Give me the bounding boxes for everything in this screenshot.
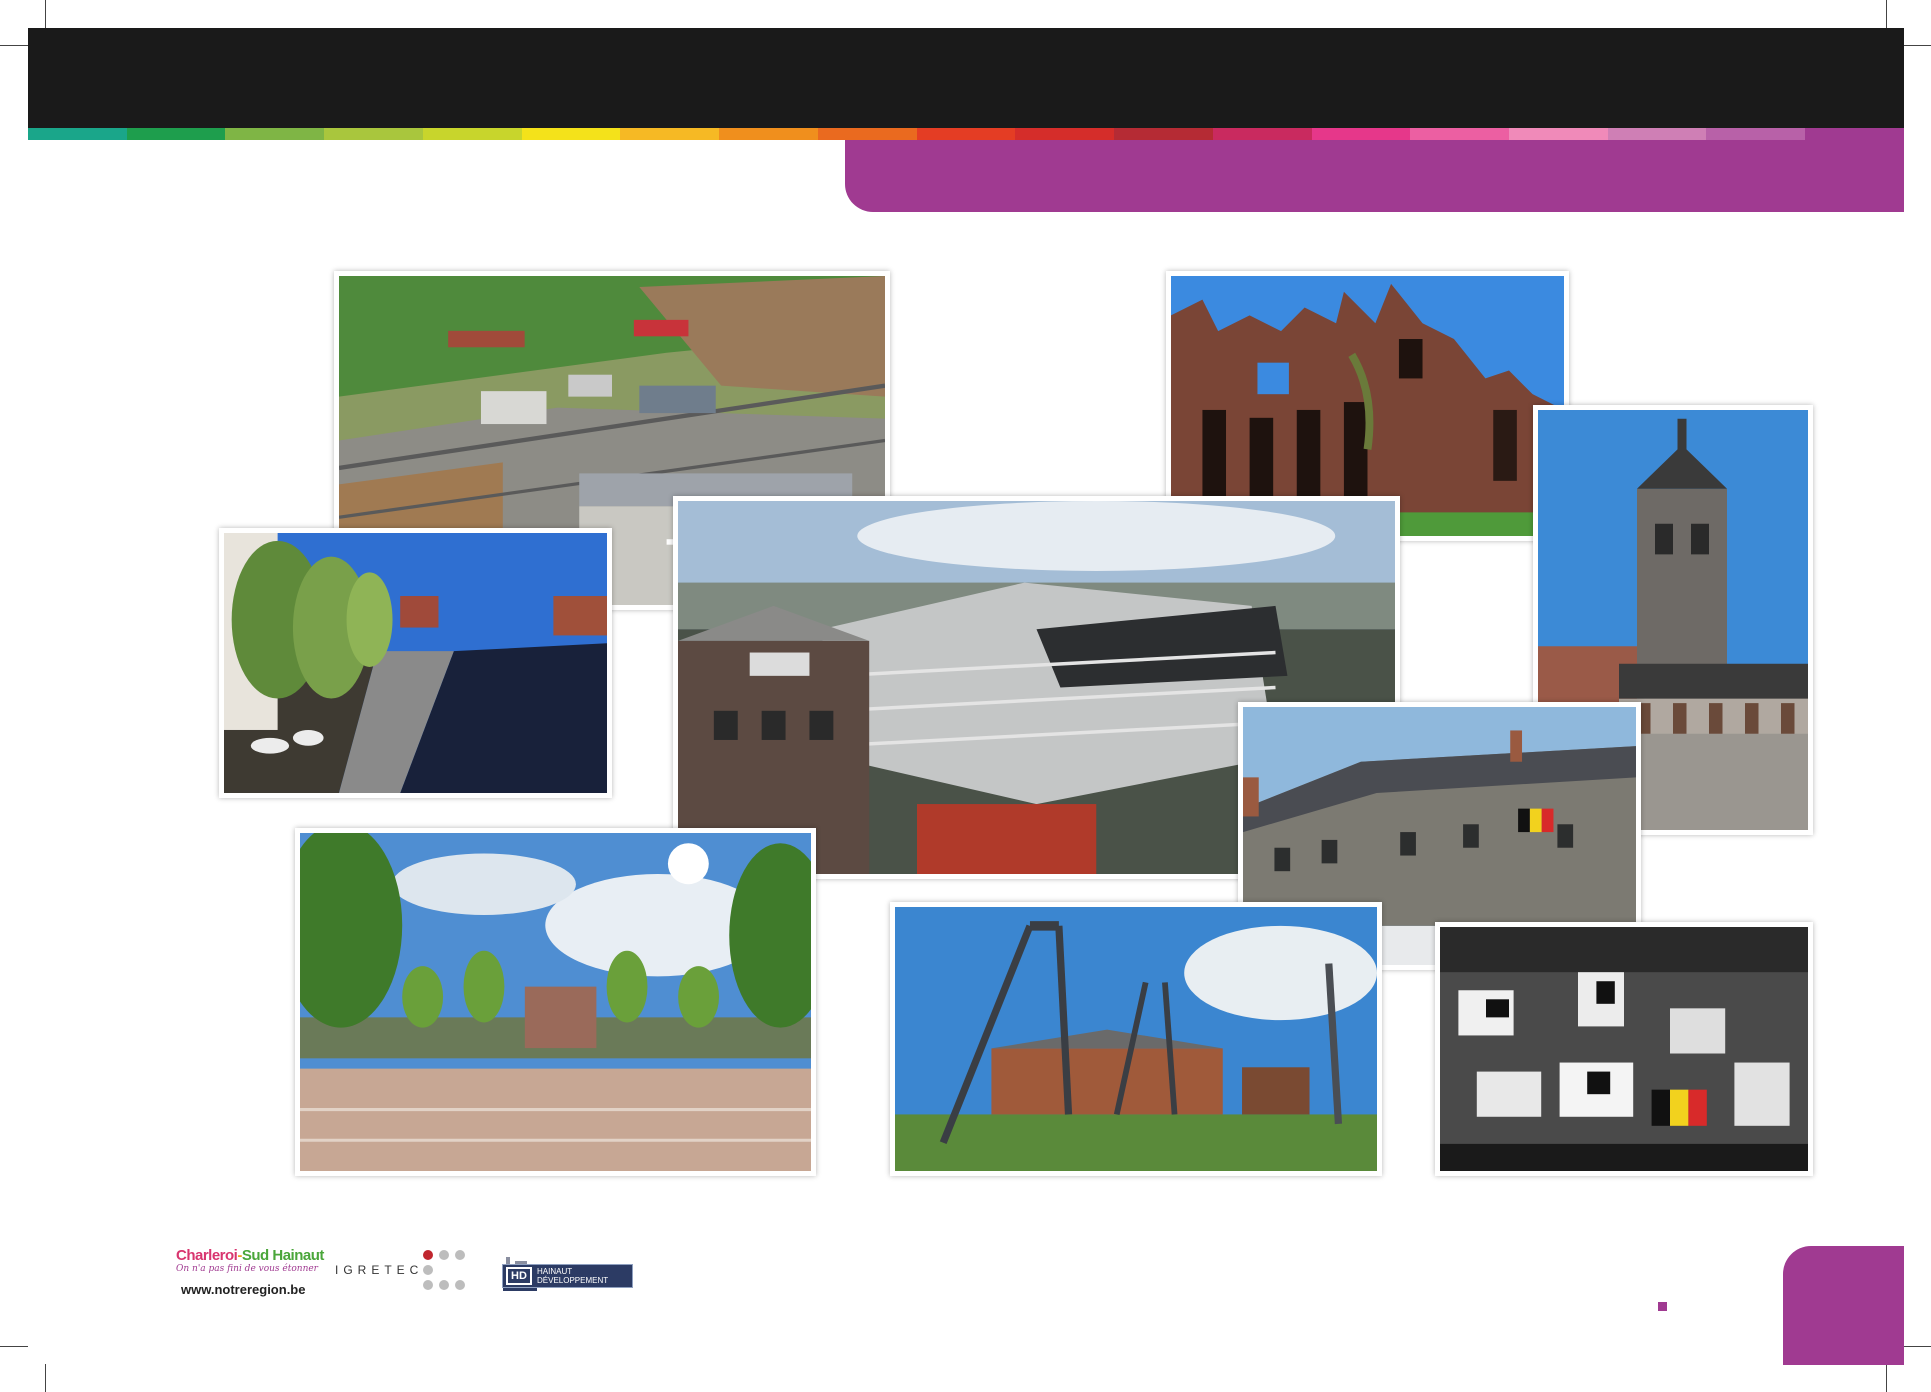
stripe-segment [422,128,522,140]
region-logo: Charleroi-Sud Hainaut On n'a pas fini de… [176,1247,324,1297]
crop-mark [0,45,28,46]
crop-mark [45,0,46,28]
crop-mark [1903,45,1931,46]
magenta-header-tab [845,140,1904,212]
stripe-segment [1805,128,1904,140]
crop-mark [1886,1364,1887,1392]
stripe-segment [1114,128,1213,140]
hainaut-developpement-logo: HD HAINAUT DÉVELOPPEMENT [502,1264,633,1288]
region-logo-title: Charleroi-Sud Hainaut [176,1247,324,1264]
color-stripe [28,128,1904,140]
stripe-segment [225,128,325,140]
stripe-segment [817,128,917,140]
crop-mark [45,1364,46,1392]
page-marker-square [1658,1302,1667,1311]
region-logo-tagline: On n'a pas fini de vous étonner [176,1264,318,1274]
region-website-url: www.notreregion.be [181,1282,306,1297]
stripe-segment [719,128,818,140]
header-band [28,28,1904,128]
stripe-segment [1311,128,1411,140]
stripe-segment [324,128,423,140]
stripe-segment [28,128,127,140]
mining-headframes-photo [890,902,1382,1176]
football-fans-photo [1435,922,1813,1176]
crop-mark [0,1346,28,1347]
hd-line1: HAINAUT [537,1267,573,1276]
stripe-segment [1706,128,1806,140]
crop-mark [1903,1346,1931,1347]
crop-mark [1886,0,1887,28]
stripe-segment [1015,128,1115,140]
hd-line2: DÉVELOPPEMENT [537,1276,609,1285]
stripe-segment [1212,128,1312,140]
region-logo-title-part2: Sud Hainaut [241,1247,325,1264]
stripe-segment [1410,128,1510,140]
igretec-logo-text: IGRETEC [335,1263,424,1277]
stripe-segment [620,128,720,140]
station-plaza-photo [295,828,816,1176]
corner-page-tab [1783,1246,1904,1365]
stripe-segment [1509,128,1608,140]
stripe-segment [521,128,621,140]
hd-mark: HD [506,1267,532,1285]
region-logo-title-part1: Charleroi [176,1247,238,1264]
stripe-segment [916,128,1016,140]
canal-promenade-photo [219,528,612,798]
stripe-segment [1607,128,1707,140]
stripe-segment [126,128,226,140]
